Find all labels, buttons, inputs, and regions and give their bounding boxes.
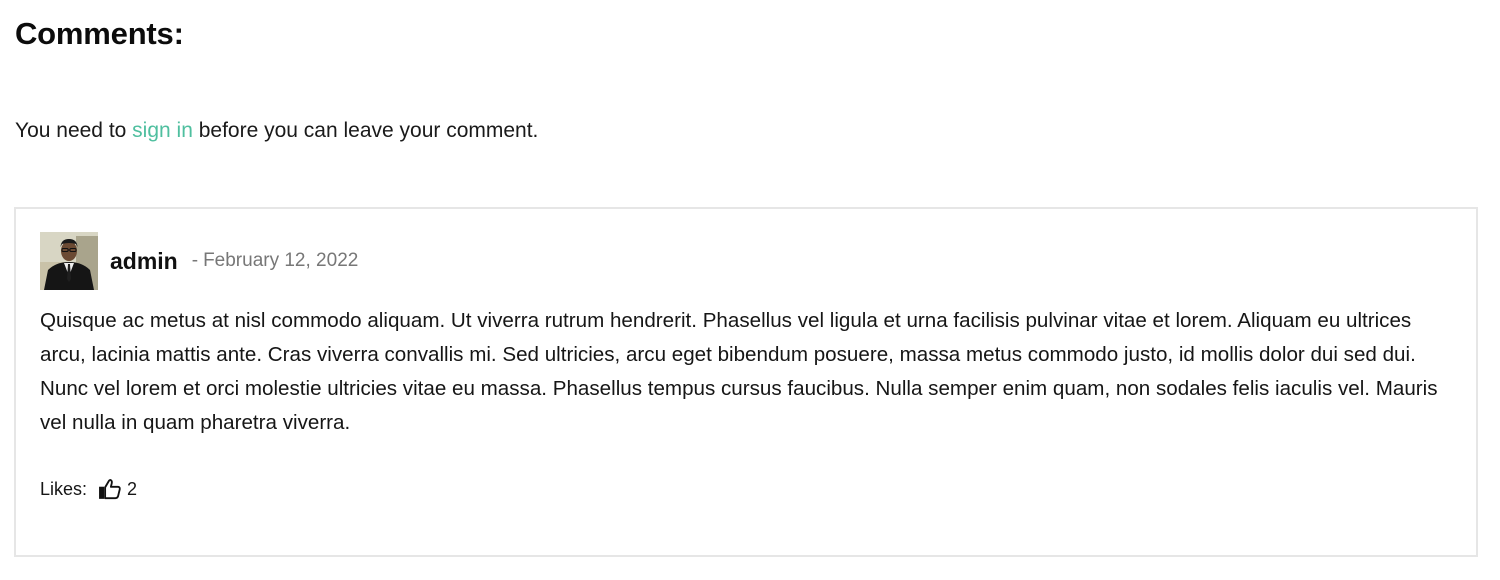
likes-row: Likes: 2 — [40, 476, 137, 502]
signin-prompt: You need to sign in before you can leave… — [15, 119, 538, 143]
comments-heading: Comments: — [15, 16, 184, 51]
comment-body: Quisque ac metus at nisl commodo aliquam… — [40, 309, 1438, 434]
signin-suffix: before you can leave your comment. — [192, 119, 539, 142]
thumbs-up-icon[interactable] — [97, 476, 123, 502]
date-separator: - — [191, 250, 199, 271]
comment-date: February 12, 2022 — [203, 250, 359, 271]
likes-count: 2 — [127, 478, 138, 499]
comment-header: admin - February 12, 2022 — [40, 231, 358, 291]
signin-link[interactable]: sign in — [132, 119, 193, 142]
comment-card: admin - February 12, 2022 Quisque ac met… — [14, 207, 1478, 557]
user-avatar — [40, 232, 98, 290]
signin-prefix: You need to — [15, 119, 133, 142]
likes-label: Likes: — [40, 478, 88, 499]
comment-author: admin — [110, 247, 178, 274]
